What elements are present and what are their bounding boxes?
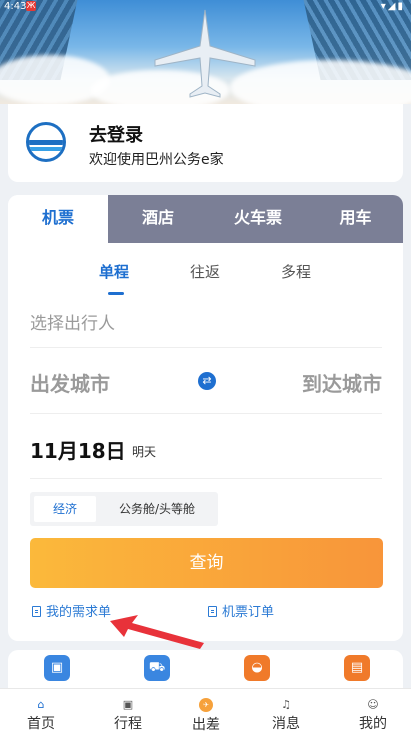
nav-messages-label: 消息 [272,716,300,732]
cabin-business-option[interactable]: 公务舱/头等舱 [100,496,214,522]
status-bar: 4:43 Ж ▾◢▮ [0,0,411,14]
booking-tabs: 机票 酒店 火车票 用车 [8,195,403,243]
document-icon [208,606,217,617]
annotation-arrow [110,615,204,649]
home-icon: ⌂ [37,698,45,711]
flight-orders-link[interactable]: 机票订单 [208,601,274,620]
divider [30,478,382,479]
status-time: 4:43 [4,1,27,12]
nav-messages[interactable]: ♫ 消息 [246,689,326,738]
status-icons: ▾◢▮ [380,1,405,12]
nav-business-trip[interactable]: ✈ 出差 [166,689,246,738]
cabin-economy-option[interactable]: 经济 [34,496,96,522]
trip-type-multi[interactable]: 多程 [281,261,311,282]
divider [30,413,382,414]
login-subtitle: 欢迎使用巴州公务e家 [89,152,224,168]
booking-card: 机票 酒店 火车票 用车 单程 往返 多程 选择出行人 出发城市 ⇄ 到达城市 … [8,195,403,641]
person-icon: ☺ [367,698,379,711]
travel-icon: ✈ [199,698,213,712]
swap-cities-icon[interactable]: ⇄ [198,372,216,390]
briefcase-icon: ▣ [122,698,134,711]
gift-icon[interactable]: ▣ [44,655,70,681]
departure-city-field[interactable]: 出发城市 [30,368,110,397]
tab-car[interactable]: 用车 [308,195,403,243]
notification-badge: Ж [26,1,36,11]
my-requests-link[interactable]: 我的需求单 [32,601,111,620]
nav-home-label: 首页 [27,716,55,732]
nav-profile-label: 我的 [359,716,387,732]
tab-train[interactable]: 火车票 [208,195,308,243]
tab-hotel[interactable]: 酒店 [108,195,208,243]
trip-type-roundtrip[interactable]: 往返 [190,261,220,282]
food-icon[interactable]: ◒ [244,655,270,681]
cabin-class-selector: 经济 公务舱/头等舱 [30,492,218,526]
bell-icon: ♫ [281,698,291,711]
login-card[interactable]: 去登录 欢迎使用巴州公务e家 [8,104,403,182]
services-strip: ▣ ⛟ ◒ ▤ [8,650,403,690]
login-title[interactable]: 去登录 [89,121,143,147]
tab-flight[interactable]: 机票 [8,195,108,243]
hero-banner: 4:43 Ж ▾◢▮ [0,0,411,104]
passenger-selector[interactable]: 选择出行人 [30,309,115,334]
nav-itinerary[interactable]: ▣ 行程 [88,689,168,738]
bottom-nav: ⌂ 首页 ▣ 行程 ✈ 出差 ♫ 消息 ☺ 我的 [0,688,411,738]
divider [30,347,382,348]
document-icon [32,606,41,617]
nav-business-trip-label: 出差 [192,717,220,733]
search-button[interactable]: 查询 [30,538,383,588]
nav-home[interactable]: ⌂ 首页 [1,689,81,738]
departure-date[interactable]: 11月18日 [30,435,126,464]
airplane-icon [154,9,256,98]
date-relative-label: 明天 [132,445,157,459]
nav-profile[interactable]: ☺ 我的 [333,689,411,738]
flight-orders-label: 机票订单 [222,605,275,620]
trip-type-oneway[interactable]: 单程 [99,261,129,282]
arrival-city-field[interactable]: 到达城市 [302,368,382,397]
app-logo [26,122,66,162]
nav-itinerary-label: 行程 [114,716,142,732]
bag-icon[interactable]: ▤ [344,655,370,681]
cart-icon[interactable]: ⛟ [144,655,170,681]
trip-type-indicator [108,292,124,295]
my-requests-label: 我的需求单 [46,605,112,620]
